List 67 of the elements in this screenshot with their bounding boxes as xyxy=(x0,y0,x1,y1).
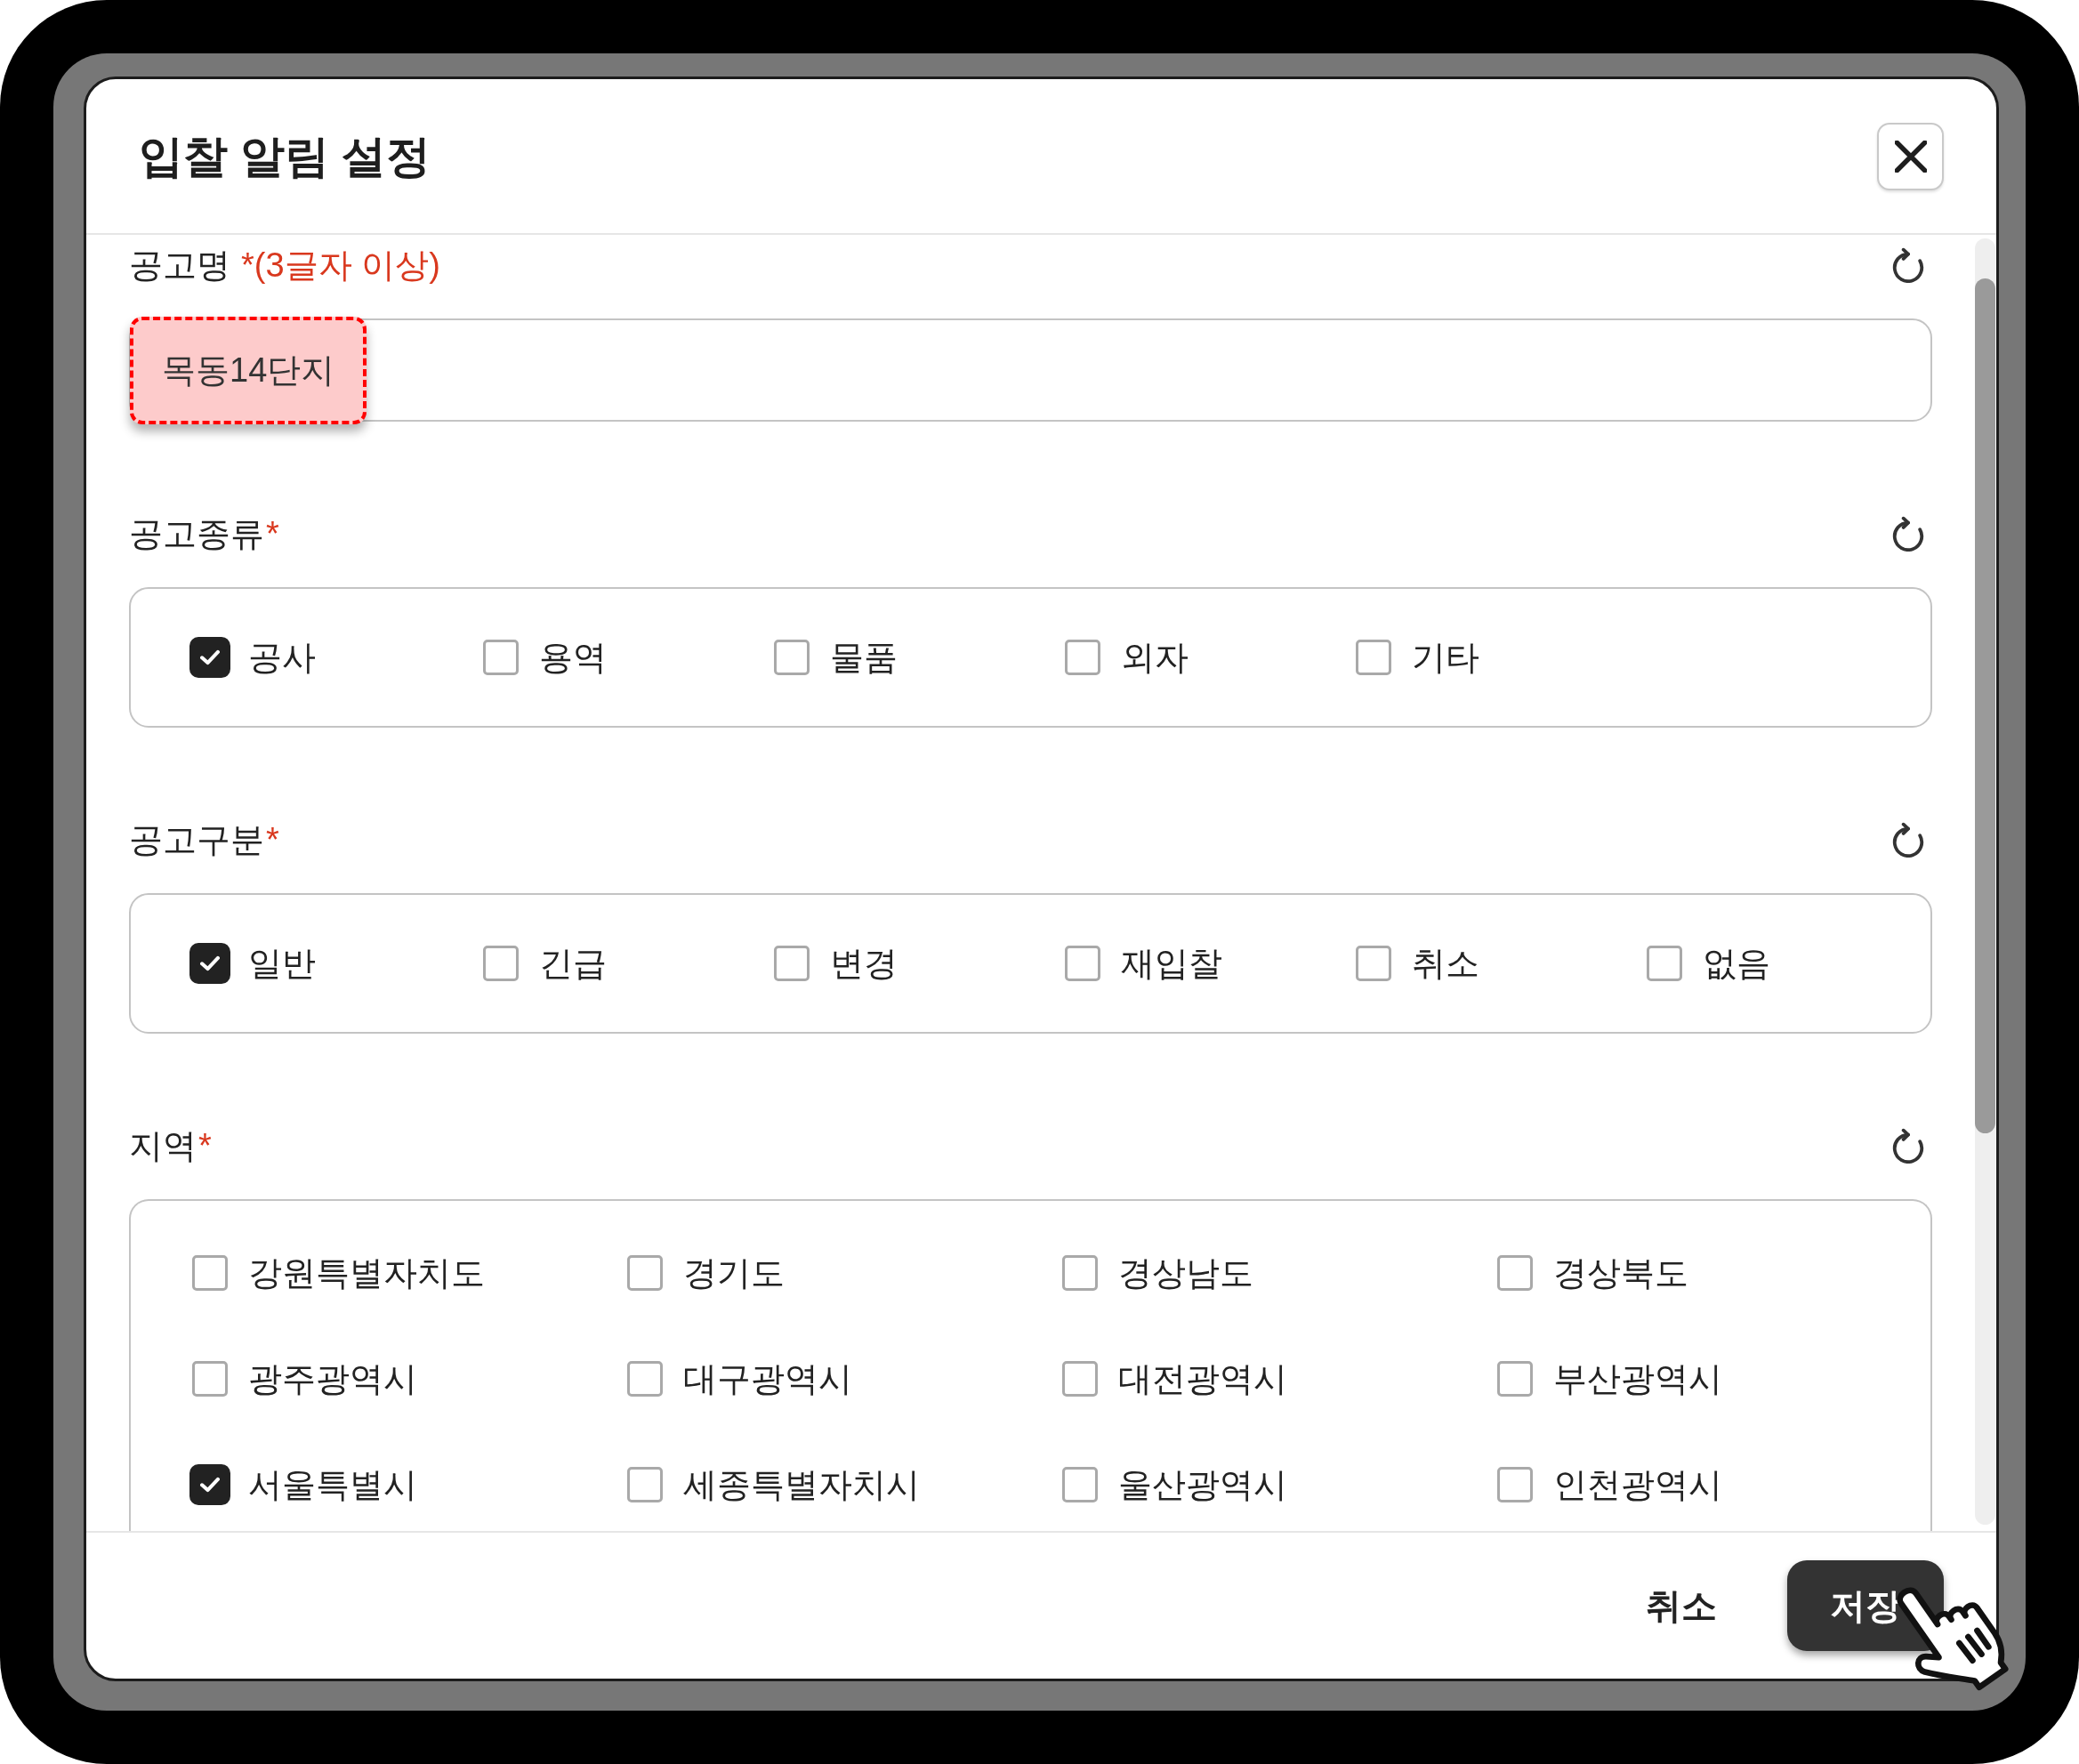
required-note: * xyxy=(266,517,279,551)
check-icon xyxy=(200,955,220,971)
checkbox[interactable] xyxy=(1065,946,1100,981)
checkbox[interactable] xyxy=(774,640,810,675)
option-label: 인천광역시 xyxy=(1553,1468,1722,1502)
scrollbar-thumb[interactable] xyxy=(1975,278,1995,1133)
option-label: 부산광역시 xyxy=(1553,1362,1722,1396)
checkbox[interactable] xyxy=(1062,1467,1098,1502)
option-label: 서울특별시 xyxy=(248,1468,417,1502)
checkbox[interactable] xyxy=(627,1255,663,1291)
option-label: 외자 xyxy=(1121,640,1189,674)
required-note: * xyxy=(198,1129,212,1163)
option-label: 없음 xyxy=(1703,946,1770,980)
checkbox[interactable] xyxy=(627,1467,663,1502)
option-label: 세종특별자치시 xyxy=(683,1468,920,1502)
option-label: 물품 xyxy=(830,640,898,674)
option-label: 대전광역시 xyxy=(1118,1362,1287,1396)
option-label: 강원특별자치도 xyxy=(248,1256,485,1290)
required-note: *(3글자 이상) xyxy=(241,248,440,282)
checkbox[interactable] xyxy=(483,640,519,675)
checkbox[interactable] xyxy=(1497,1467,1533,1502)
refresh-icon[interactable] xyxy=(1892,1128,1924,1164)
option-label: 경기도 xyxy=(683,1256,785,1290)
checkbox[interactable] xyxy=(1065,640,1100,675)
checkbox[interactable] xyxy=(1497,1361,1533,1397)
refresh-icon[interactable] xyxy=(1892,822,1924,858)
checkbox[interactable] xyxy=(1062,1361,1098,1397)
option-label: 공사 xyxy=(248,640,316,674)
refresh-icon[interactable] xyxy=(1892,247,1924,283)
checkbox[interactable] xyxy=(189,1464,230,1505)
close-button[interactable] xyxy=(1877,122,1944,190)
checkbox[interactable] xyxy=(1356,640,1391,675)
check-icon xyxy=(200,649,220,665)
field-label: 공고종류 xyxy=(129,517,264,551)
field-label: 공고구분 xyxy=(129,823,264,857)
checkbox[interactable] xyxy=(1356,946,1391,981)
required-note: * xyxy=(266,823,279,857)
checkbox[interactable] xyxy=(192,1255,228,1291)
option-label: 변경 xyxy=(830,946,898,980)
checkbox[interactable] xyxy=(483,946,519,981)
close-icon xyxy=(1894,140,1927,173)
input-value: 목동14단지 xyxy=(130,316,367,424)
check-icon xyxy=(200,1477,220,1493)
field-label: 지역 xyxy=(129,1129,197,1163)
input-field[interactable]: 목동14단지 xyxy=(129,318,1932,422)
option-label: 울산광역시 xyxy=(1118,1468,1287,1502)
option-label: 재입찰 xyxy=(1121,946,1222,980)
field-label: 공고명 xyxy=(129,248,230,282)
option-label: 기타 xyxy=(1412,640,1479,674)
refresh-icon[interactable] xyxy=(1892,516,1924,552)
checkbox[interactable] xyxy=(627,1361,663,1397)
checkbox[interactable] xyxy=(189,637,230,678)
option-label: 일반 xyxy=(248,946,316,980)
option-label: 경상북도 xyxy=(1553,1256,1688,1290)
checkbox[interactable] xyxy=(189,943,230,984)
option-label: 용역 xyxy=(539,640,607,674)
option-label: 대구광역시 xyxy=(683,1362,852,1396)
checkbox[interactable] xyxy=(1497,1255,1533,1291)
checkbox[interactable] xyxy=(774,946,810,981)
option-label: 광주광역시 xyxy=(248,1362,417,1396)
checkbox[interactable] xyxy=(192,1361,228,1397)
option-label: 취소 xyxy=(1412,946,1479,980)
checkbox[interactable] xyxy=(1647,946,1682,981)
dialog-title: 입찰 알림 설정 xyxy=(139,133,431,179)
option-label: 경상남도 xyxy=(1118,1256,1253,1290)
checkbox[interactable] xyxy=(1062,1255,1098,1291)
option-label: 긴급 xyxy=(539,946,607,980)
